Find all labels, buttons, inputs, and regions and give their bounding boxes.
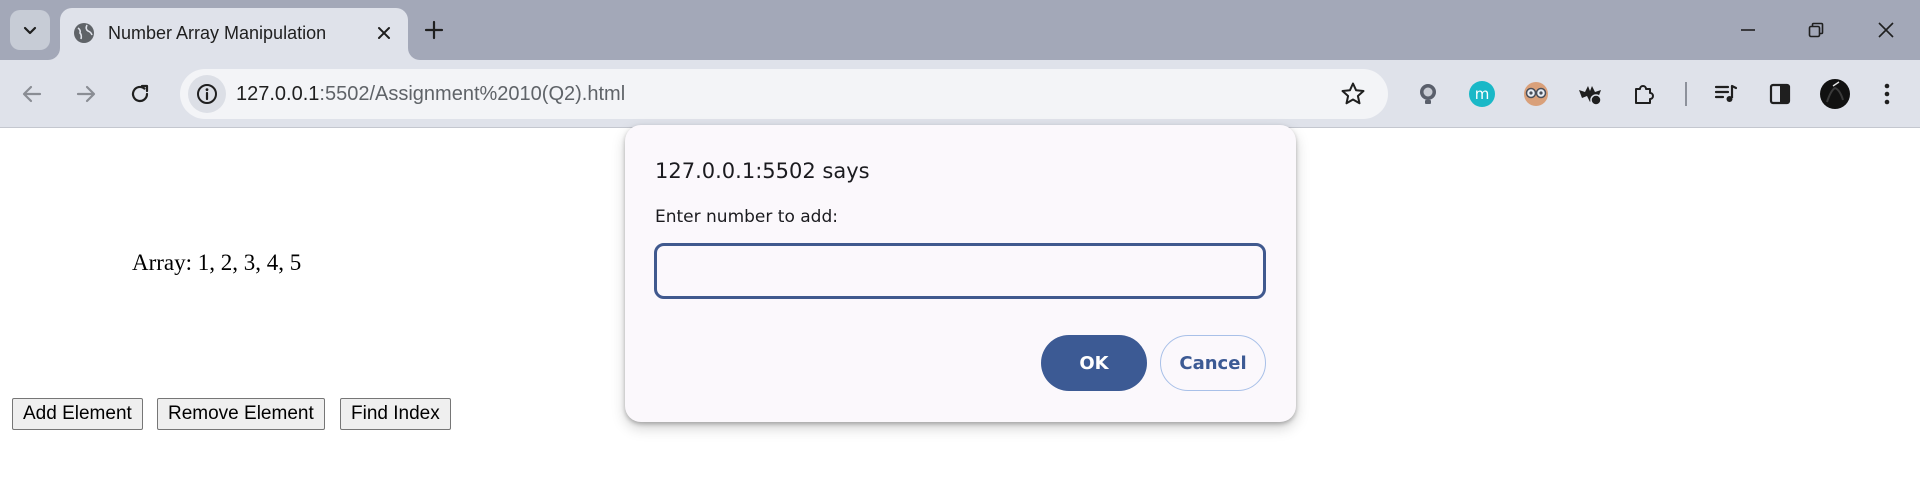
glasses-extension-icon	[1524, 82, 1548, 106]
bat-extension-icon	[1579, 86, 1602, 106]
tab-strip: Number Array Manipulation	[0, 0, 1920, 60]
star-icon[interactable]	[1340, 81, 1366, 107]
arrow-left-icon	[22, 85, 42, 103]
minimize-button[interactable]	[1730, 12, 1766, 48]
address-bar[interactable]: 127.0.0.1:5502/Assignment%2010(Q2).html	[180, 69, 1388, 119]
tab-active[interactable]: Number Array Manipulation	[60, 8, 408, 60]
lightbulb-icon	[1420, 84, 1436, 104]
chevron-down-icon	[23, 26, 37, 35]
avatar-icon	[1820, 79, 1850, 109]
extension-bat[interactable]	[1576, 80, 1604, 108]
m-extension-icon: m	[1469, 81, 1495, 107]
close-window-button[interactable]	[1868, 12, 1904, 48]
plus-icon	[424, 20, 444, 40]
tab-close-button[interactable]	[372, 21, 396, 45]
url-host: 127.0.0.1	[236, 83, 320, 105]
extension-lightbulb[interactable]	[1414, 80, 1442, 108]
media-control-icon	[1714, 84, 1738, 102]
find-index-button[interactable]: Find Index	[340, 398, 451, 430]
tab-search-button[interactable]	[10, 10, 50, 50]
remove-element-button[interactable]: Remove Element	[157, 398, 325, 430]
ok-button[interactable]: OK	[1041, 335, 1147, 391]
cancel-button[interactable]: Cancel	[1160, 335, 1266, 391]
new-tab-button[interactable]	[418, 14, 450, 46]
restore-button[interactable]	[1798, 12, 1834, 48]
url-path: :5502/Assignment%2010(Q2).html	[319, 83, 626, 105]
kebab-menu-icon	[1884, 83, 1890, 105]
tab-title: Number Array Manipulation	[108, 23, 327, 43]
reload-icon	[131, 84, 149, 103]
globe-icon	[74, 23, 94, 43]
side-panel-icon	[1769, 83, 1791, 105]
add-element-button[interactable]: Add Element	[12, 398, 143, 430]
close-icon	[1878, 22, 1894, 38]
minimize-icon	[1741, 29, 1755, 31]
extensions-button[interactable]	[1630, 80, 1658, 108]
side-panel-button[interactable]	[1766, 80, 1794, 108]
toolbar-separator	[1685, 82, 1687, 106]
media-control-button[interactable]	[1712, 80, 1740, 108]
dialog-title: 127.0.0.1:5502 says	[655, 159, 870, 183]
reload-button[interactable]	[122, 76, 158, 112]
profile-button[interactable]	[1818, 77, 1852, 111]
toolbar: 127.0.0.1:5502/Assignment%2010(Q2).html …	[0, 60, 1920, 128]
dialog-message: Enter number to add:	[655, 207, 838, 227]
extension-m[interactable]: m	[1468, 80, 1496, 108]
close-icon	[378, 27, 390, 39]
site-info-button[interactable]	[188, 75, 226, 113]
back-button[interactable]	[14, 76, 50, 112]
info-icon	[197, 84, 217, 104]
forward-button[interactable]	[68, 76, 104, 112]
arrow-right-icon	[76, 85, 96, 103]
prompt-dialog: 127.0.0.1:5502 says Enter number to add:…	[625, 125, 1296, 422]
prompt-input[interactable]	[654, 243, 1266, 299]
url-text[interactable]: 127.0.0.1:5502/Assignment%2010(Q2).html	[236, 83, 625, 106]
extension-glasses[interactable]	[1522, 80, 1550, 108]
svg-text:m: m	[1475, 85, 1490, 103]
chrome-menu-button[interactable]	[1873, 80, 1901, 108]
restore-icon	[1808, 22, 1824, 38]
array-display: Array: 1, 2, 3, 4, 5	[132, 250, 302, 275]
puzzle-icon	[1635, 85, 1654, 104]
